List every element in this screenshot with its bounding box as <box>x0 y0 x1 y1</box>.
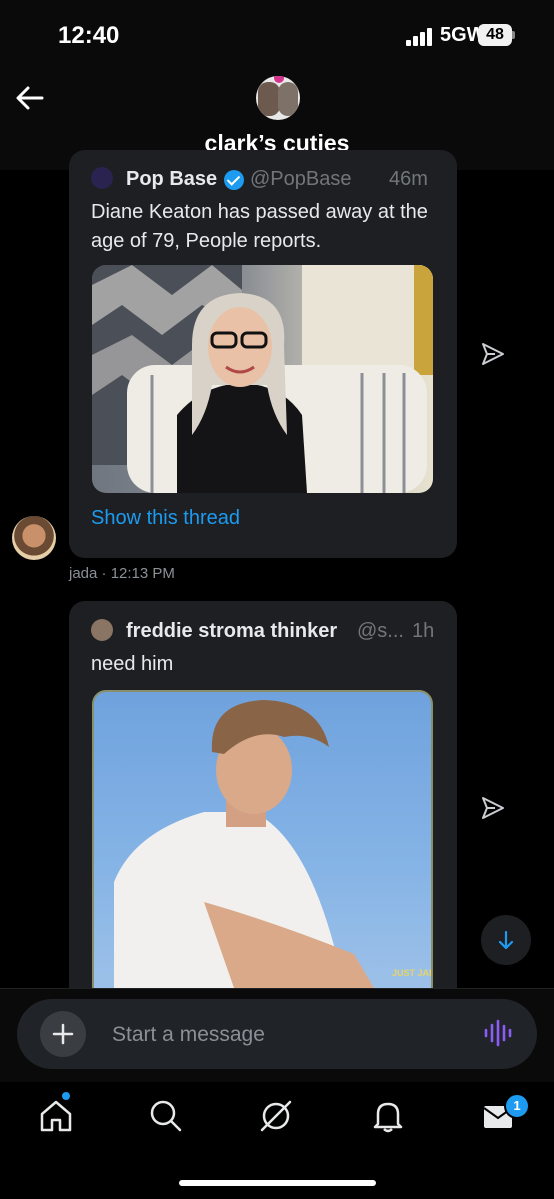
voice-waveform-icon <box>484 1019 512 1047</box>
battery-tip <box>512 31 515 39</box>
photo-watermark: JUST JARED <box>392 968 431 978</box>
tab-grok[interactable] <box>256 1096 296 1136</box>
battery-icon: 48 <box>478 24 512 46</box>
home-indicator <box>179 1180 376 1186</box>
quoted-author-name: Pop Base <box>126 168 218 190</box>
sender-avatar[interactable] <box>12 516 56 560</box>
tab-search[interactable] <box>146 1096 186 1136</box>
message-input[interactable] <box>110 1020 434 1050</box>
messages-badge: 1 <box>504 1093 530 1119</box>
status-bar: 12:40 5GW 48 <box>0 0 554 70</box>
portrait-illustration: JUST JARED <box>114 700 431 988</box>
scroll-to-bottom-button[interactable] <box>481 915 531 965</box>
bell-icon <box>373 1102 403 1133</box>
quoted-author-avatar <box>91 619 113 641</box>
quoted-tweet-text: need him <box>91 653 174 675</box>
share-icon[interactable] <box>480 795 506 821</box>
quoted-tweet-age: 46m <box>389 168 428 190</box>
tab-notifications[interactable] <box>368 1096 408 1136</box>
status-time: 12:40 <box>58 22 120 49</box>
group-avatar[interactable] <box>256 76 300 120</box>
show-thread-link[interactable]: Show this thread <box>91 507 240 530</box>
grok-icon <box>260 1100 292 1132</box>
share-icon[interactable] <box>480 341 506 367</box>
back-button[interactable] <box>14 84 46 112</box>
quoted-author-handle: @PopBase <box>250 168 352 190</box>
quoted-author-name: freddie stroma thinker <box>126 620 338 642</box>
search-icon <box>150 1100 182 1132</box>
quoted-author-handle: @s... <box>357 620 404 642</box>
voice-message-button[interactable] <box>483 1019 513 1047</box>
home-notification-dot <box>62 1092 70 1100</box>
tweet-photo[interactable] <box>92 265 433 493</box>
arrow-down-icon <box>498 930 514 950</box>
quoted-tweet-text: Diane Keaton has passed away at the age … <box>91 201 428 252</box>
tweet-photo[interactable]: JUST JARED <box>92 690 433 990</box>
plus-icon <box>52 1023 74 1045</box>
add-media-button[interactable] <box>40 1011 86 1057</box>
popbase-avatar <box>91 167 113 189</box>
home-icon <box>40 1100 72 1132</box>
message-meta: jada · 12:13 PM <box>69 565 175 582</box>
tab-home[interactable] <box>36 1096 76 1136</box>
verified-badge-icon <box>224 170 244 190</box>
portrait-illustration <box>92 265 433 493</box>
quoted-tweet-age: 1h <box>412 620 435 642</box>
signal-icon <box>406 28 436 46</box>
back-arrow-icon <box>16 86 44 110</box>
